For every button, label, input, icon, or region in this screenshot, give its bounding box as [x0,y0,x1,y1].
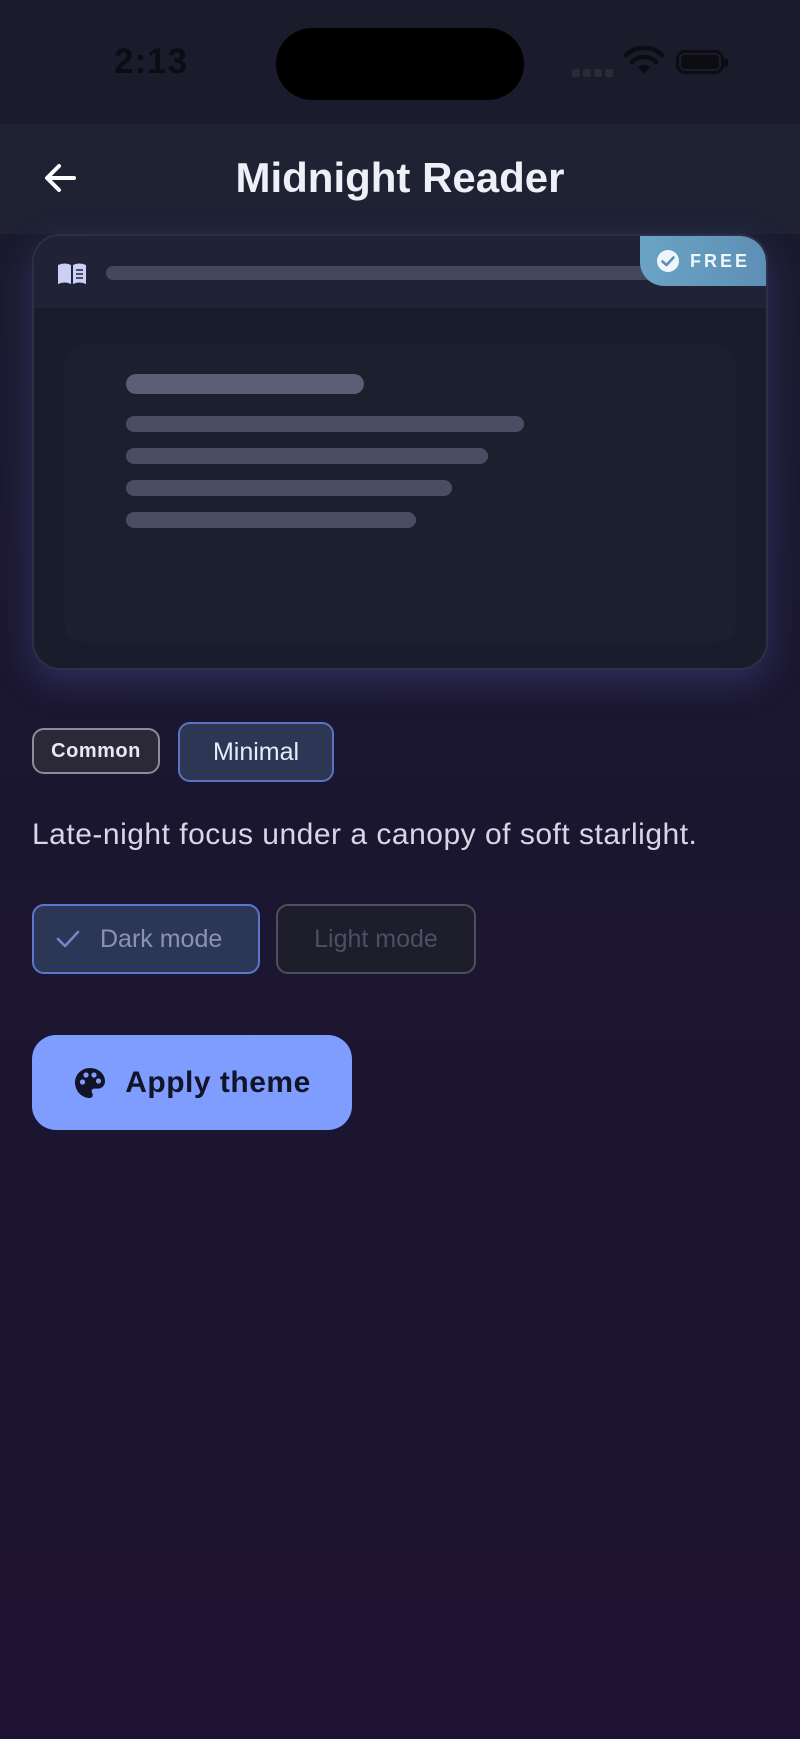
light-mode-label: Light mode [314,924,438,953]
dark-mode-label: Dark mode [100,924,223,953]
status-bar: 2:13 [0,0,800,124]
page-title: Midnight Reader [235,154,565,201]
status-time: 2:13 [114,42,189,81]
check-circle-icon [656,250,679,272]
apply-theme-label: Apply theme [125,1065,311,1099]
check-icon [56,929,80,949]
light-mode-option[interactable]: Light mode [276,904,476,974]
app-bar: Midnight Reader [0,124,800,234]
dynamic-island [276,28,524,100]
cellular-signal-icon [572,64,616,82]
preview-heading-placeholder [126,374,364,394]
preview-text-line [126,416,524,432]
preview-text-line [126,448,488,464]
preview-content-area [64,344,736,642]
tag-chip: Minimal [178,722,334,782]
palette-icon [75,1067,106,1098]
apply-theme-button[interactable]: Apply theme [32,1035,352,1130]
battery-icon [676,50,728,74]
preview-title-placeholder [106,266,666,280]
free-badge-label: FREE [689,250,750,271]
preview-text-line [126,480,452,496]
dark-mode-option[interactable]: Dark mode [32,904,260,974]
theme-description: Late-night focus under a canopy of soft … [32,818,698,851]
wifi-icon [623,45,665,81]
free-badge: FREE [640,236,766,286]
theme-preview-card: FREE [32,234,768,670]
tag-chip: Common [32,728,160,774]
book-icon [58,263,86,284]
preview-text-line [126,512,416,528]
